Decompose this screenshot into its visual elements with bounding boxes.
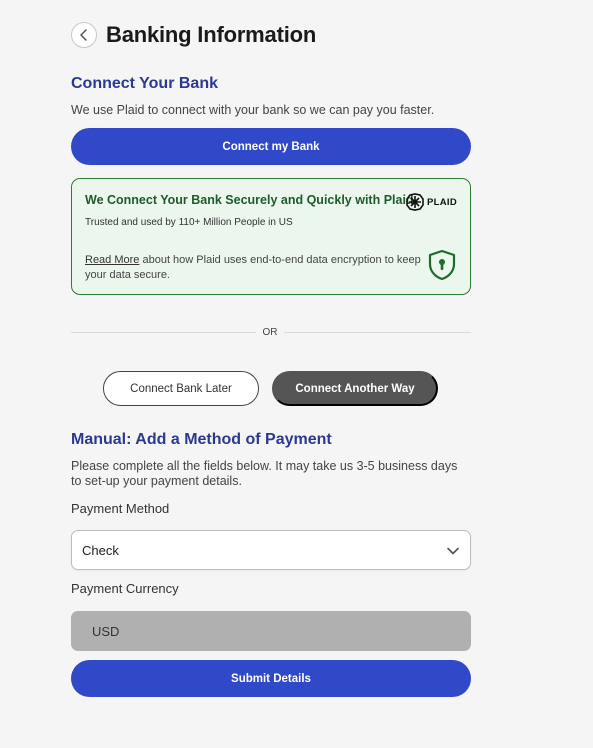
connect-my-bank-button[interactable]: Connect my Bank xyxy=(71,128,471,165)
payment-method-value: Check xyxy=(82,542,119,558)
page-title: Banking Information xyxy=(106,22,317,47)
payment-currency-value: USD xyxy=(92,623,120,639)
connect-bank-heading: Connect Your Bank xyxy=(71,75,218,92)
divider-or-text: OR xyxy=(262,327,278,338)
connect-another-way-button[interactable]: Connect Another Way xyxy=(272,371,438,406)
connect-bank-description: We use Plaid to connect with your bank s… xyxy=(71,103,435,117)
connect-bank-later-button[interactable]: Connect Bank Later xyxy=(103,371,259,406)
shield-lock-icon xyxy=(428,249,456,281)
plaid-logo-icon xyxy=(406,193,424,211)
payment-currency-label: Payment Currency xyxy=(71,581,179,596)
read-more-link[interactable]: Read More xyxy=(85,254,139,266)
plaid-logo: PLAID xyxy=(406,193,457,211)
divider-left xyxy=(71,332,256,333)
divider-right xyxy=(284,332,471,333)
page-header: Banking Information xyxy=(71,22,316,48)
payment-method-select[interactable]: Check xyxy=(71,530,471,570)
chevron-left-icon xyxy=(80,29,87,41)
manual-payment-heading: Manual: Add a Method of Payment xyxy=(71,431,332,448)
back-button[interactable] xyxy=(71,22,97,48)
manual-payment-description: Please complete all the fields below. It… xyxy=(71,459,458,488)
plaid-readmore-text: Read More about how Plaid uses end-to-en… xyxy=(85,253,425,283)
plaid-info-card: We Connect Your Bank Securely and Quickl… xyxy=(71,178,471,295)
payment-method-label: Payment Method xyxy=(71,501,170,516)
plaid-card-title: We Connect Your Bank Securely and Quickl… xyxy=(85,193,414,207)
payment-currency-field: USD xyxy=(71,611,471,651)
submit-details-button[interactable]: Submit Details xyxy=(71,660,471,697)
chevron-down-icon xyxy=(447,547,459,555)
plaid-logo-text: PLAID xyxy=(427,196,457,208)
plaid-card-subtitle: Trusted and used by 110+ Million People … xyxy=(85,217,293,228)
